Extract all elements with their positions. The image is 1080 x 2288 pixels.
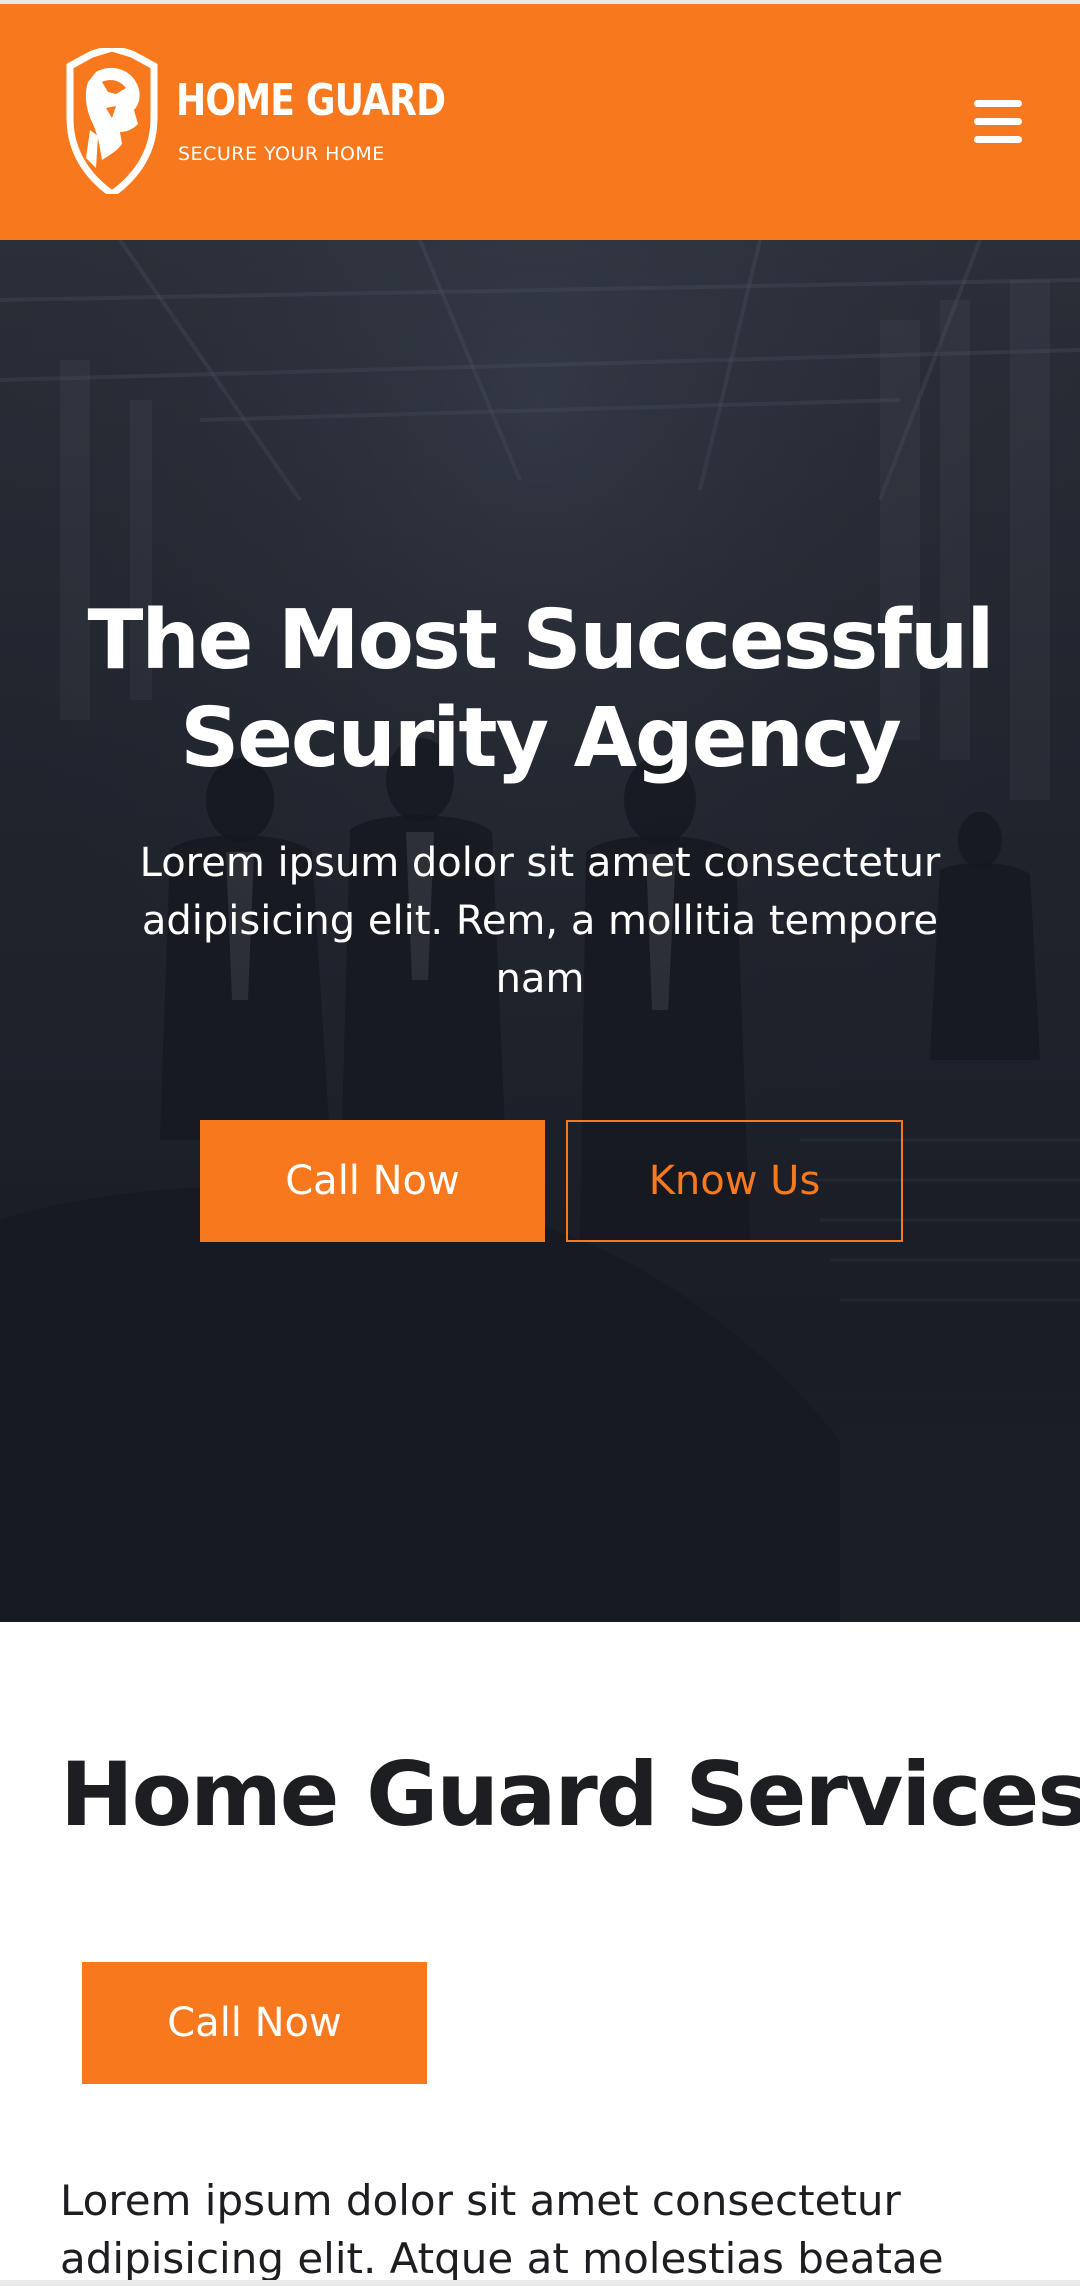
brand-logo[interactable]: HOME GUARD SECURE YOUR HOME xyxy=(62,48,446,198)
services-call-now-button[interactable]: Call Now xyxy=(82,1962,427,2084)
hero-subtitle: Lorem ipsum dolor sit amet consectetur a… xyxy=(139,840,941,1002)
hero-call-now-button[interactable]: Call Now xyxy=(200,1120,545,1242)
bottom-divider xyxy=(0,2280,1080,2286)
services-title: Home Guard Services xyxy=(60,1743,1080,1846)
services-description: Lorem ipsum dolor sit amet consectetur a… xyxy=(60,2176,944,2283)
brand-tagline: SECURE YOUR HOME xyxy=(178,143,385,165)
hamburger-menu-button[interactable] xyxy=(972,98,1026,146)
hero-know-us-button[interactable]: Know Us xyxy=(566,1120,903,1242)
hero-section: The Most Successful Security Agency Lore… xyxy=(0,240,1080,1622)
site-header: HOME GUARD SECURE YOUR HOME xyxy=(0,4,1080,240)
hero-title: The Most Successful Security Agency xyxy=(87,593,995,786)
brand-name: HOME GUARD xyxy=(176,75,446,126)
lion-shield-icon xyxy=(66,48,158,194)
